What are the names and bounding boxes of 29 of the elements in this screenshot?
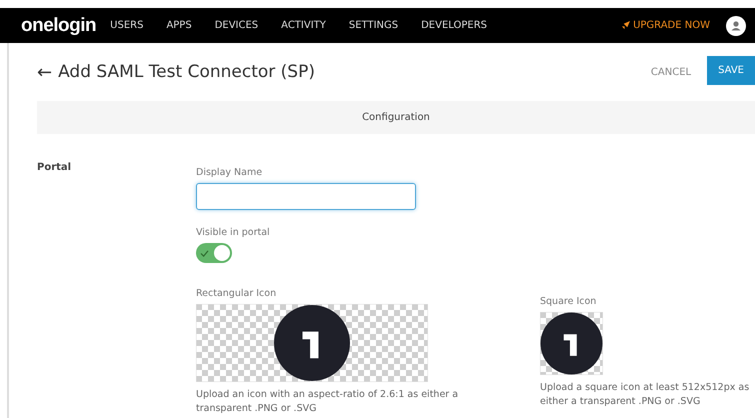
page-title: Add SAML Test Connector (SP) <box>58 62 315 82</box>
section-title: Portal <box>37 162 72 175</box>
nav-link[interactable]: USERS <box>110 20 144 31</box>
field-label: Rectangular Icon <box>196 288 278 299</box>
icon-preview[interactable] <box>540 312 603 375</box>
rocket-icon <box>621 21 630 30</box>
logo-icon <box>540 312 602 374</box>
nav-link[interactable]: ACTIVITY <box>281 20 326 31</box>
avatar-icon[interactable] <box>726 16 746 36</box>
nav-link[interactable]: DEVICES <box>214 20 258 31</box>
help-text: Upload an icon with an aspect-ratio of 2.6:1 as either a transparent .PNG or .SVG <box>196 388 460 416</box>
logo[interactable]: onelogin <box>21 14 96 36</box>
field-label: Square Icon <box>540 296 598 307</box>
help-text: Upload a square icon at least 512x512px as either a transparent .PNG or .SVG <box>540 381 750 409</box>
back-arrow[interactable]: ← <box>37 62 52 82</box>
tab[interactable]: Configuration <box>362 112 430 123</box>
logo-icon <box>274 305 350 381</box>
check-icon <box>200 250 209 256</box>
cancel-button[interactable]: CANCEL <box>644 66 698 78</box>
toggle-switch[interactable] <box>196 243 232 263</box>
nav-link[interactable]: DEVELOPERS <box>421 20 488 31</box>
icon-preview[interactable] <box>196 304 428 382</box>
field-label: Display Name <box>196 167 264 178</box>
upgrade-link[interactable]: UPGRADE NOW <box>621 20 710 31</box>
field-label: Visible in portal <box>196 227 271 238</box>
nav-link[interactable]: APPS <box>166 20 192 31</box>
save-button[interactable]: SAVE <box>707 56 755 84</box>
nav-link[interactable]: SETTINGS <box>348 20 398 31</box>
input-field[interactable] <box>196 183 416 210</box>
